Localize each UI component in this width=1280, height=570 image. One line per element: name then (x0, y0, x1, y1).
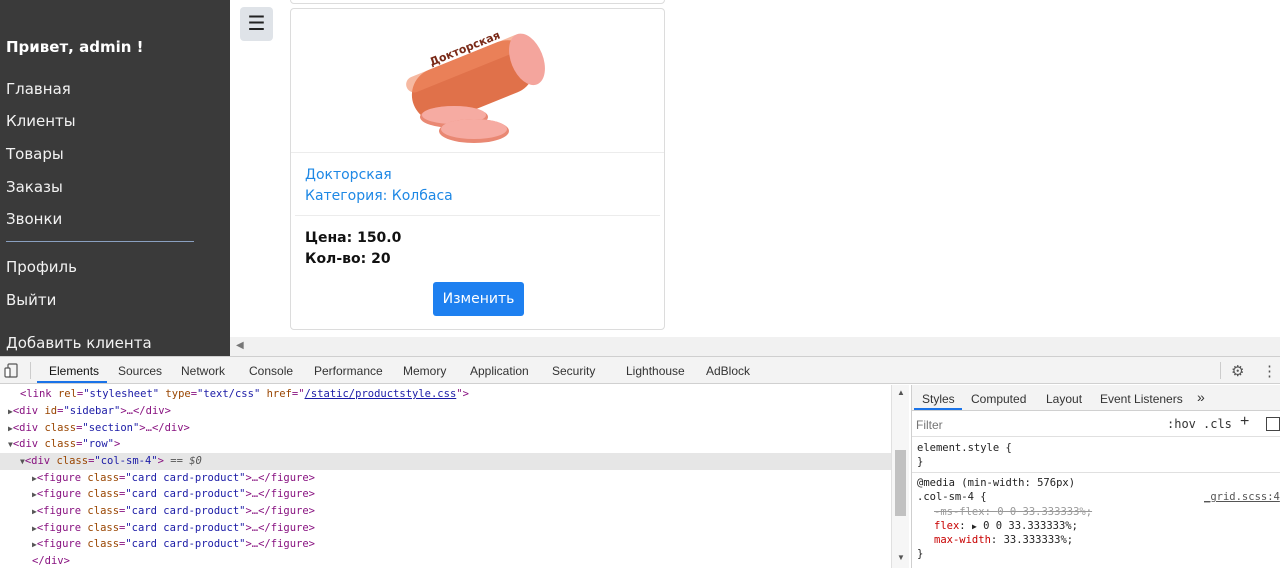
styles-tabs: Styles Computed Layout Event Listeners » (912, 385, 1280, 411)
active-tab-indicator (37, 381, 107, 383)
elements-scrollbar[interactable]: ▲ ▼ (891, 385, 909, 568)
nav-item-products[interactable]: Товары (6, 145, 64, 163)
sidebar-divider (6, 241, 194, 242)
new-rule-plus-icon[interactable]: + (1240, 413, 1249, 431)
dom-node-figure[interactable]: ▶<figure class="card card-product">…</fi… (32, 470, 315, 487)
tab-memory[interactable]: Memory (403, 364, 446, 378)
css-property-flex[interactable]: flex: ▶ 0 0 33.333333%; (934, 519, 1078, 533)
more-tabs-icon[interactable]: » (1197, 389, 1205, 405)
toolbar-separator-right (1220, 362, 1221, 379)
sidebar-toggle-icon[interactable] (1266, 417, 1280, 431)
dom-node-figure[interactable]: ▶<figure class="card card-product">…</fi… (32, 536, 315, 553)
sidebar: Привет, admin ! Главная Клиенты Товары З… (0, 0, 230, 356)
tab-computed[interactable]: Computed (971, 392, 1026, 406)
rule-separator (912, 472, 1280, 473)
tab-security[interactable]: Security (552, 364, 595, 378)
dom-node-row[interactable]: ▼<div class="row"> (8, 436, 120, 453)
nav-item-profile[interactable]: Профиль (6, 258, 77, 276)
css-property-ms-flex[interactable]: -ms-flex: 0 0 33.333333%; (934, 505, 1092, 519)
tab-application[interactable]: Application (470, 364, 529, 378)
nav-item-orders[interactable]: Заказы (6, 178, 63, 196)
tab-elements[interactable]: Elements (49, 364, 99, 378)
tab-event-listeners[interactable]: Event Listeners (1100, 392, 1183, 406)
rule-source-link[interactable]: _grid.scss:4 (1204, 490, 1280, 504)
hov-toggle[interactable]: :hov (1167, 417, 1196, 431)
rule-selector[interactable]: .col-sm-4 { (917, 490, 987, 504)
horizontal-scrollbar[interactable]: ◀ (230, 337, 1280, 356)
nav-item-logout[interactable]: Выйти (6, 291, 56, 309)
scroll-up-icon[interactable]: ▲ (897, 388, 905, 397)
product-name-link[interactable]: Докторская (305, 165, 453, 186)
tab-lighthouse[interactable]: Lighthouse (626, 364, 685, 378)
scroll-down-icon[interactable]: ▼ (897, 553, 905, 562)
media-query: @media (min-width: 576px) (917, 477, 1076, 489)
cls-toggle[interactable]: .cls (1203, 417, 1232, 431)
dom-node-sidebar[interactable]: ▶<div id="sidebar">…</div> (8, 403, 171, 420)
page-viewport: Привет, admin ! Главная Клиенты Товары З… (0, 0, 1280, 356)
nav-item-add-client[interactable]: Добавить клиента (6, 334, 152, 352)
styles-filter-bar: :hov .cls + (912, 412, 1280, 437)
more-options-icon[interactable]: ⋮ (1262, 362, 1277, 380)
product-card: Докторская Докторская Категория: Колбаса… (290, 8, 665, 330)
nav-item-calls[interactable]: Звонки (6, 210, 62, 228)
element-style-rule[interactable]: element.style { (917, 441, 1012, 455)
dom-node-col-selected[interactable]: ▼<div class="col-sm-4"> == $0 (0, 453, 891, 470)
edit-button[interactable]: Изменить (433, 282, 524, 316)
element-style-close: } (917, 456, 924, 468)
product-category-link[interactable]: Категория: Колбаса (305, 186, 453, 207)
tab-network[interactable]: Network (181, 364, 225, 378)
menu-toggle-button[interactable]: ☰ (240, 7, 273, 41)
previous-card-edge (290, 0, 665, 4)
greeting: Привет, admin ! (6, 38, 144, 56)
active-styles-tab-indicator (914, 408, 962, 410)
tab-console[interactable]: Console (249, 364, 293, 378)
tab-sources[interactable]: Sources (118, 364, 162, 378)
expand-icon[interactable]: ▶ (972, 522, 977, 531)
dom-node-figure[interactable]: ▶<figure class="card card-product">…</fi… (32, 486, 315, 503)
devtools-toolbar: Elements Sources Network Console Perform… (0, 357, 1280, 384)
styles-filter-input[interactable] (916, 415, 1156, 434)
devtools-panel: Elements Sources Network Console Perform… (0, 356, 1280, 568)
tab-layout[interactable]: Layout (1046, 392, 1082, 406)
dom-node-section[interactable]: ▶<div class="section">…</div> (8, 420, 190, 437)
toolbar-separator (30, 362, 31, 379)
styles-pane: Styles Computed Layout Event Listeners »… (911, 385, 1280, 568)
product-info: Цена: 150.0 Кол-во: 20 (305, 228, 401, 270)
nav-item-home[interactable]: Главная (6, 80, 71, 98)
product-image: Докторская (291, 9, 664, 153)
product-links: Докторская Категория: Колбаса (305, 165, 453, 207)
tab-styles[interactable]: Styles (922, 392, 955, 406)
settings-gear-icon[interactable]: ⚙ (1231, 362, 1244, 380)
card-divider (295, 215, 660, 216)
dom-node-close[interactable]: </div> (32, 553, 70, 570)
product-qty: Кол-во: 20 (305, 251, 391, 267)
elements-tree: <link rel="stylesheet" type="text/css" h… (0, 385, 891, 568)
main-content: ☰ Докторская Докторская Категория: Колба… (230, 0, 1280, 340)
rule-close: } (917, 548, 924, 560)
scroll-left-icon[interactable]: ◀ (236, 340, 244, 351)
nav-item-clients[interactable]: Клиенты (6, 112, 76, 130)
scrollbar-thumb[interactable] (895, 450, 906, 516)
css-property-max-width[interactable]: max-width: 33.333333%; (934, 533, 1073, 547)
hamburger-icon: ☰ (247, 13, 266, 35)
dom-node-figure[interactable]: ▶<figure class="card card-product">…</fi… (32, 520, 315, 537)
tab-adblock[interactable]: AdBlock (706, 364, 750, 378)
product-price: Цена: 150.0 (305, 230, 402, 246)
device-toggle-icon[interactable] (4, 363, 18, 378)
dom-node-figure[interactable]: ▶<figure class="card card-product">…</fi… (32, 503, 315, 520)
dom-node-link[interactable]: <link rel="stylesheet" type="text/css" h… (20, 386, 469, 403)
tab-performance[interactable]: Performance (314, 364, 383, 378)
stylesheet-link[interactable]: /static/productstyle.css (305, 388, 457, 400)
